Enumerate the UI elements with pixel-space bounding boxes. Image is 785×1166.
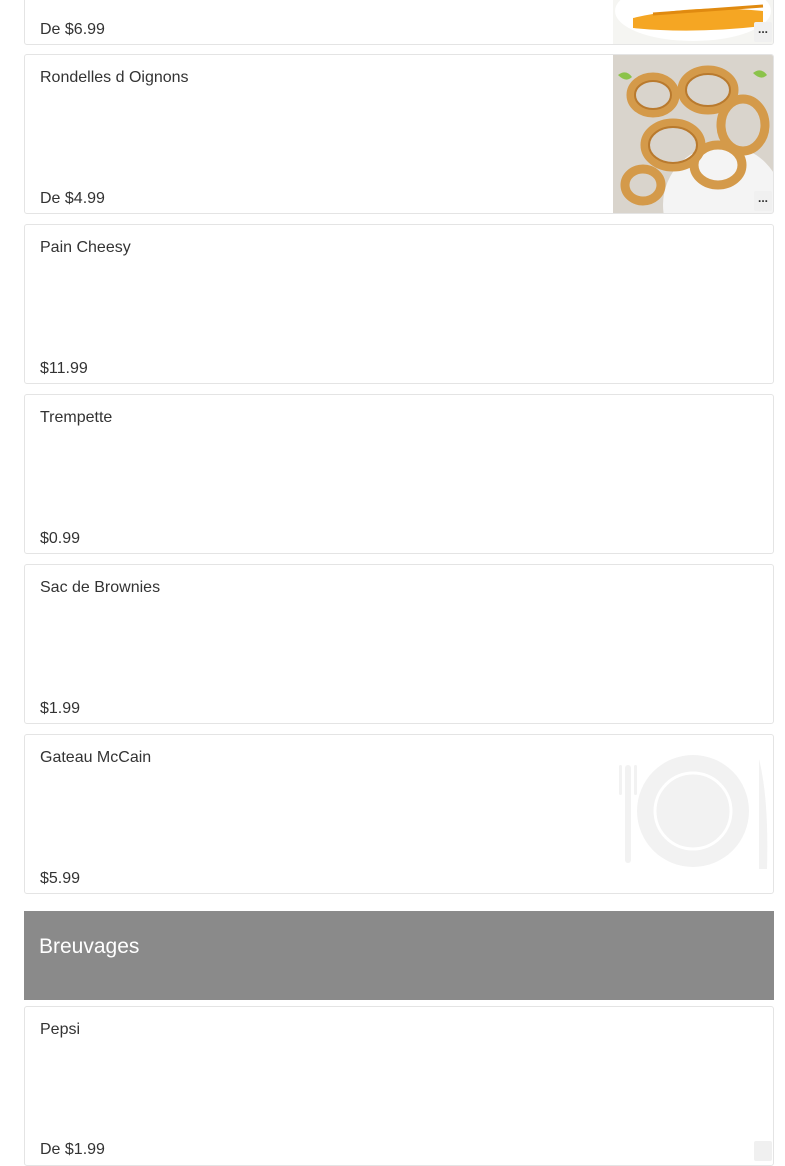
item-price: De $4.99 <box>40 190 105 207</box>
item-name: Gateau McCain <box>40 749 152 766</box>
item-price: De $1.99 <box>40 1141 105 1158</box>
menu-item-card[interactable]: Trempette $0.99 <box>24 394 774 554</box>
section-title: Breuvages <box>39 935 140 958</box>
item-name: Trempette <box>40 409 113 426</box>
fries-photo[interactable]: ... <box>613 0 773 44</box>
item-name: Pepsi <box>40 1021 81 1038</box>
more-button[interactable] <box>754 1141 772 1161</box>
item-price: $0.99 <box>40 530 81 547</box>
item-name: Pain Cheesy <box>40 239 131 256</box>
item-name: Sac de Brownies <box>40 579 161 596</box>
menu-item-card[interactable]: Pain Cheesy $11.99 <box>24 224 774 384</box>
item-name: Rondelles d Oignons <box>40 69 189 86</box>
item-price: $1.99 <box>40 700 81 717</box>
item-price: $5.99 <box>40 870 81 887</box>
more-button[interactable]: ... <box>754 22 772 42</box>
menu-item-card[interactable]: Rondelles d Oignons De $4.99 ... <box>24 54 774 214</box>
more-button[interactable]: ... <box>754 191 772 211</box>
menu-item-card[interactable]: Pepsi De $1.99 <box>24 1006 774 1166</box>
menu-item-card[interactable]: De $6.99 ... <box>24 0 774 45</box>
plate-placeholder-icon <box>613 735 773 893</box>
menu-item-card[interactable]: Gateau McCain $5.99 <box>24 734 774 894</box>
section-header-breuvages: Breuvages <box>24 911 774 1000</box>
onion-rings-photo[interactable]: ... <box>613 55 773 213</box>
item-price: De $6.99 <box>40 21 105 38</box>
item-price: $11.99 <box>40 360 88 377</box>
menu-item-card[interactable]: Sac de Brownies $1.99 <box>24 564 774 724</box>
